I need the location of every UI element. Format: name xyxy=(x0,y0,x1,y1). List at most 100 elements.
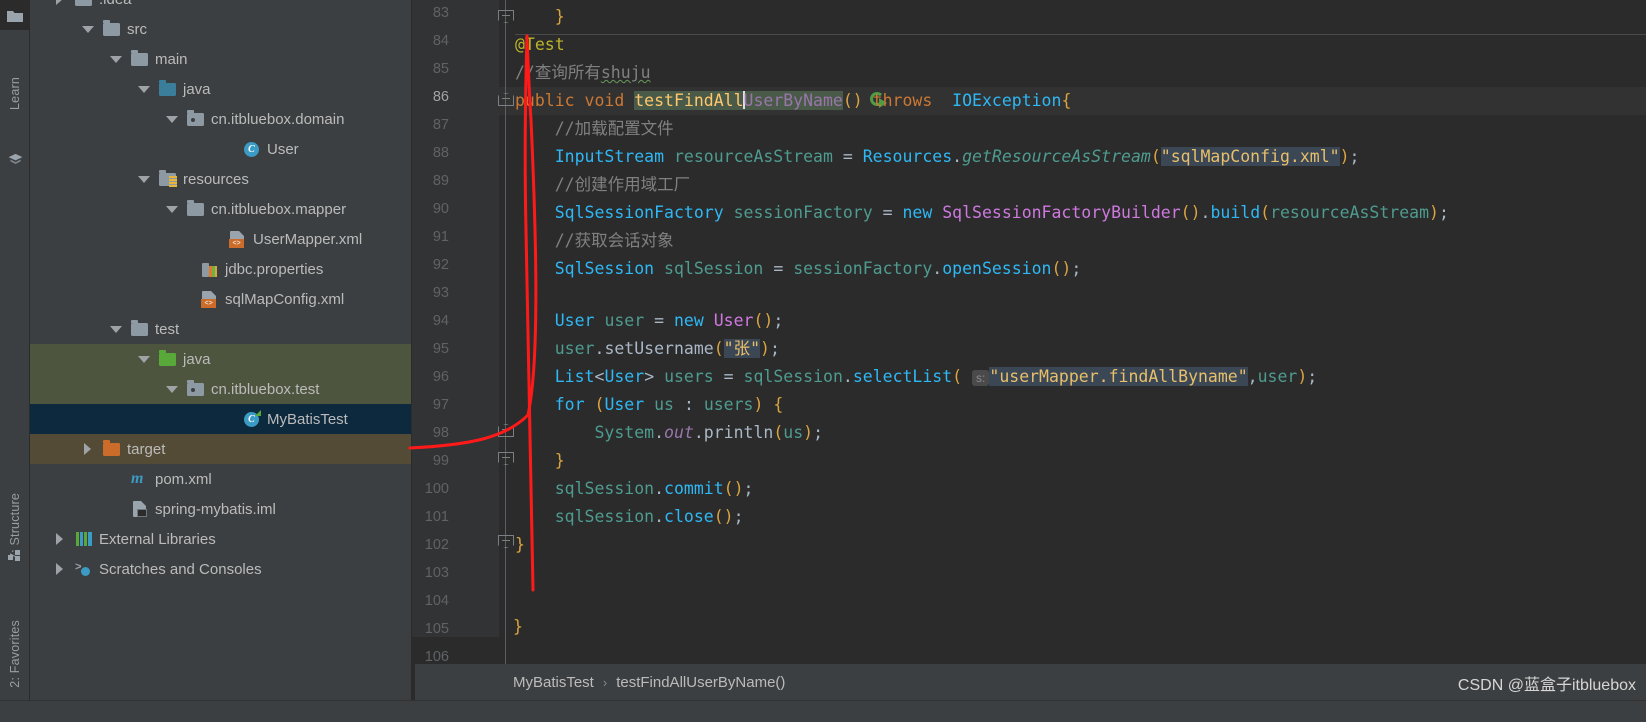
chevron-right-icon[interactable] xyxy=(53,562,67,576)
tree-row-label: jdbc.properties xyxy=(225,260,324,278)
tree-row[interactable]: java xyxy=(30,344,411,374)
tree-row-label: cn.itbluebox.test xyxy=(211,380,320,398)
code-line-86: public void testFindAllUserByName() thro… xyxy=(515,91,1072,110)
tree-arrow-none xyxy=(221,412,235,426)
tree-row-label: java xyxy=(183,80,211,98)
test-class-icon-icon: C xyxy=(243,411,261,427)
chevron-down-icon[interactable] xyxy=(137,172,151,186)
structure-icon xyxy=(0,545,30,567)
code-line-101: sqlSession.close(); xyxy=(554,507,744,526)
method-build: build xyxy=(1210,203,1261,222)
line-number: 85 xyxy=(432,61,449,77)
chevron-down-icon[interactable] xyxy=(109,52,123,66)
line-number: 97 xyxy=(432,397,449,413)
folding-guide-line xyxy=(505,0,506,722)
folder-gray-icon xyxy=(103,20,121,37)
chevron-right-icon[interactable] xyxy=(53,0,67,6)
xml-icon-icon xyxy=(201,291,219,308)
line-number: 91 xyxy=(432,229,449,245)
rail-item-learn[interactable]: Learn xyxy=(0,38,30,148)
rail-item-favorites[interactable]: 2: Favorites xyxy=(0,598,30,710)
tree-row[interactable]: java xyxy=(30,74,411,104)
line-number: 89 xyxy=(432,173,449,189)
tree-row[interactable]: src xyxy=(30,14,411,44)
properties-icon-icon xyxy=(201,261,219,277)
line-number: 101 xyxy=(424,509,449,525)
breadcrumb-method[interactable]: testFindAllUserByName() xyxy=(616,674,785,691)
code-line-97: for (User us : users) { xyxy=(554,395,784,414)
class-sqlsessionfactorybuilder: SqlSessionFactoryBuilder xyxy=(942,203,1181,222)
tree-row[interactable]: m pom.xml xyxy=(30,464,411,494)
folder-package-icon xyxy=(187,110,205,127)
tree-row[interactable]: resources xyxy=(30,164,411,194)
line-number: 104 xyxy=(424,593,449,609)
fold-marker-open[interactable] xyxy=(498,424,514,437)
folder-orange-icon xyxy=(103,440,121,457)
tree-arrow-none xyxy=(179,262,193,276)
line-number: 83 xyxy=(432,5,449,21)
rail-label-learn: Learn xyxy=(8,76,22,110)
chevron-down-icon[interactable] xyxy=(137,352,151,366)
code-line-105: } xyxy=(513,617,523,636)
learn-icon xyxy=(0,148,30,170)
line-number: 95 xyxy=(432,341,449,357)
line-number: 94 xyxy=(432,313,449,329)
tree-row[interactable]: >_ Scratches and Consoles xyxy=(30,554,411,584)
chevron-down-icon[interactable] xyxy=(81,22,95,36)
chevron-right-icon[interactable] xyxy=(53,532,67,546)
chevron-down-icon[interactable] xyxy=(165,112,179,126)
string-usermapper-statement: "userMapper.findAllByname" xyxy=(989,367,1248,386)
project-tool-button[interactable] xyxy=(0,0,30,30)
fold-marker-close[interactable] xyxy=(498,535,514,548)
chevron-down-icon[interactable] xyxy=(109,322,123,336)
ref-sessionfactory: sessionFactory xyxy=(793,259,933,278)
breadcrumb-class[interactable]: MyBatisTest xyxy=(513,674,594,691)
code-editor[interactable]: } @Test //查询所有shuju public void testFind… xyxy=(412,0,1646,722)
arg-resourceasstream: resourceAsStream xyxy=(1270,203,1430,222)
tree-row-label: UserMapper.xml xyxy=(253,230,363,248)
method-commit: commit xyxy=(664,479,724,498)
chevron-down-icon[interactable] xyxy=(137,82,151,96)
maven-icon-icon: m xyxy=(131,470,144,487)
arg-user: user xyxy=(1257,367,1298,386)
chevron-right-icon[interactable] xyxy=(81,442,95,456)
tree-row[interactable]: jdbc.properties xyxy=(30,254,411,284)
tree-row-label: spring-mybatis.iml xyxy=(155,500,276,518)
var-resourceasstream: resourceAsStream xyxy=(673,147,833,166)
tree-row[interactable]: test xyxy=(30,314,411,344)
tree-row[interactable]: .idea xyxy=(30,0,411,14)
fold-marker-close[interactable] xyxy=(498,452,514,465)
tree-row[interactable]: External Libraries xyxy=(30,524,411,554)
tree-row[interactable]: cn.itbluebox.domain xyxy=(30,104,411,134)
code-line-85: //查询所有shuju xyxy=(515,59,651,87)
tree-row[interactable]: C MyBatisTest xyxy=(30,404,411,434)
line-number: 100 xyxy=(424,481,449,497)
loop-src-users: users xyxy=(703,395,754,414)
generic-user: User xyxy=(604,367,645,386)
tree-row[interactable]: C User xyxy=(30,134,411,164)
line-number: 98 xyxy=(432,425,449,441)
tree-row[interactable]: UserMapper.xml xyxy=(30,224,411,254)
var-users: users xyxy=(664,367,714,386)
ref-user: user xyxy=(554,339,595,358)
field-out: out xyxy=(664,423,694,442)
loop-type-user: User xyxy=(604,395,645,414)
folder-gray-icon xyxy=(131,320,149,337)
string-zhang: "张" xyxy=(723,339,761,358)
tree-row[interactable]: cn.itbluebox.test xyxy=(30,374,411,404)
tree-row[interactable]: sqlMapConfig.xml xyxy=(30,284,411,314)
class-icon-icon: C xyxy=(243,141,261,157)
tree-row[interactable]: spring-mybatis.iml xyxy=(30,494,411,524)
fold-marker-close[interactable] xyxy=(498,10,514,23)
project-tree-panel[interactable]: .ideasrcmainjavacn.itbluebox.domainCUser… xyxy=(30,0,412,722)
tree-row-label: Scratches and Consoles xyxy=(99,560,262,578)
chevron-down-icon[interactable] xyxy=(165,202,179,216)
tree-row[interactable]: cn.itbluebox.mapper xyxy=(30,194,411,224)
ctor-user: User xyxy=(713,311,754,330)
comment-create-factory: //创建作用域工厂 xyxy=(554,175,691,194)
tree-row[interactable]: main xyxy=(30,44,411,74)
tree-row[interactable]: target xyxy=(30,434,411,464)
chevron-down-icon[interactable] xyxy=(165,382,179,396)
var-user: user xyxy=(604,311,645,330)
fold-marker-open[interactable] xyxy=(498,93,514,106)
